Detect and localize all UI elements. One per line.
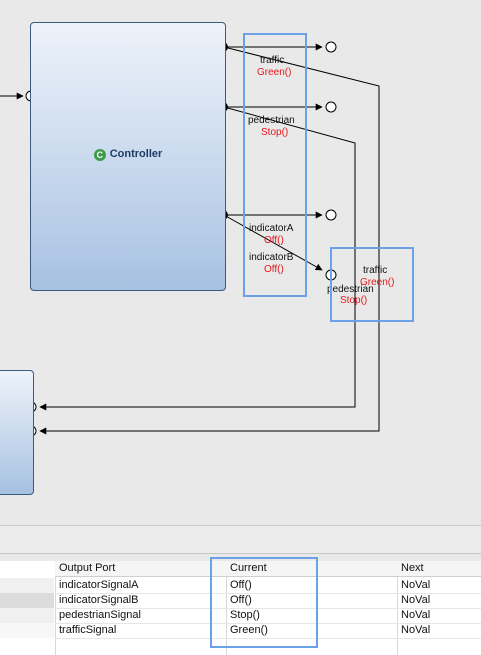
ports-highlight-box bbox=[243, 33, 307, 297]
table-row-port[interactable]: indicatorSignalA bbox=[55, 578, 139, 593]
class-icon: C bbox=[93, 149, 106, 161]
table-row-next[interactable]: NoVal bbox=[397, 608, 430, 623]
indicatorA-open-port[interactable] bbox=[325, 209, 337, 221]
controller-block[interactable]: C Controller bbox=[30, 22, 226, 291]
lower-block[interactable] bbox=[0, 370, 34, 495]
table-row-port[interactable]: indicatorSignalB bbox=[55, 593, 139, 608]
lower-ports-highlight-box bbox=[330, 247, 414, 322]
panel-toolbar bbox=[0, 526, 481, 553]
gutter-column bbox=[0, 561, 56, 655]
current-column-highlight-box bbox=[210, 557, 318, 648]
panel-divider-2 bbox=[0, 553, 481, 554]
table-row-next[interactable]: NoVal bbox=[397, 578, 430, 593]
table-row-port[interactable]: pedestrianSignal bbox=[55, 608, 141, 623]
pedestrian-open-port[interactable] bbox=[325, 101, 337, 113]
table-row-port[interactable]: trafficSignal bbox=[55, 623, 116, 638]
output-port-table: Output Port Current Next indicatorSignal… bbox=[0, 557, 481, 655]
table-row-next[interactable]: NoVal bbox=[397, 623, 430, 638]
next-header[interactable]: Next bbox=[397, 561, 481, 577]
diagram-canvas: C Controller traffic Green() pedestrian S… bbox=[0, 0, 481, 525]
traffic-open-port[interactable] bbox=[325, 41, 337, 53]
port-header[interactable]: Output Port bbox=[55, 561, 226, 577]
table-row-next[interactable]: NoVal bbox=[397, 593, 430, 608]
controller-title: C Controller bbox=[31, 148, 225, 161]
